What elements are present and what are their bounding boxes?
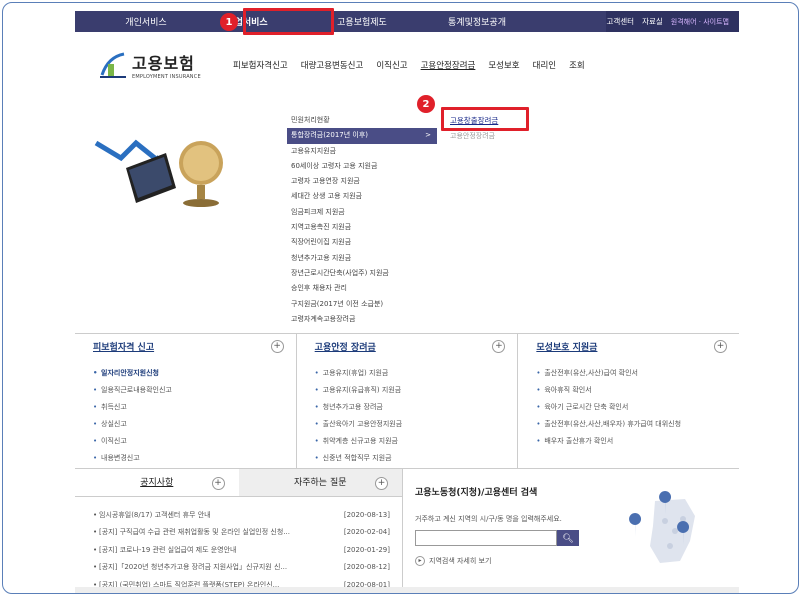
search-icon: 🔍︎ [562, 532, 574, 543]
submenu-item[interactable]: 청년추가고용 지원금 [287, 251, 437, 266]
search-button[interactable]: 🔍︎ [557, 530, 579, 546]
submenu-list: 민원처리현황 통합장려금(2017년 이후) 고용유지지원금 60세이상 고령자… [287, 113, 437, 327]
search-input[interactable] [415, 530, 557, 546]
mainnav-item[interactable]: 모성보호 [488, 59, 519, 71]
topnav-utility: 고객센터 자료실 원격해어 · 사이트맵 [606, 11, 739, 32]
list-item[interactable]: 배우자 출산휴가 확인서 [536, 433, 721, 450]
remote-sitemap-link[interactable]: 원격해어 · 사이트맵 [671, 17, 729, 27]
site-logo[interactable]: 고용보험 EMPLOYMENT INSURANCE [98, 50, 201, 80]
hero-illustration [91, 113, 231, 213]
list-item[interactable]: 출산전후(유산,사산)급여 확인서 [536, 365, 721, 382]
list-item[interactable]: 취득신고 [93, 399, 278, 416]
mainnav-item[interactable]: 이직신고 [376, 59, 407, 71]
panel-stability: 고용안정 장려금 + 고용유지(휴업) 지원금 고용유지(유급휴직) 지원금 청… [297, 334, 519, 468]
list-item[interactable]: 상실신고 [93, 416, 278, 433]
tab-notice-label: 공지사항 [140, 478, 174, 488]
list-item[interactable]: 일용직근로내용확인신고 [93, 382, 278, 399]
topnav-personal[interactable]: 개인서비스 [75, 15, 187, 28]
tab-faq-label: 자주하는 질문 [293, 478, 347, 488]
submenu-item[interactable]: 고용유지지원금 [287, 144, 437, 159]
submenu-item[interactable]: 장년근로시간단축(사업주) 지원금 [287, 266, 437, 281]
plus-icon[interactable]: + [270, 340, 284, 353]
list-item[interactable]: 신중년 적합직무 지원금 [315, 450, 500, 467]
notice-box: 공지사항 + 자주하는 질문 + 임시공휴일(8/17) 고객센터 휴무 안내[… [75, 469, 403, 593]
plus-icon[interactable]: + [714, 340, 728, 353]
korea-map [625, 491, 715, 571]
office-search: 고용노동청(지청)/고용센터 검색 거주하고 계신 지역의 시/구/동 명을 입… [403, 469, 739, 587]
list-item[interactable]: 고용유지(휴업) 지원금 [315, 365, 500, 382]
submenu-item[interactable]: 지역고용촉진 지원금 [287, 220, 437, 235]
submenu-item[interactable]: 임금피크제 지원금 [287, 205, 437, 220]
panel-title[interactable]: 피보험자격 신고 [93, 340, 278, 353]
page-frame: 개인서비스 기업서비스 고용보험제도 통계및정보공개 고객센터 자료실 원격해어… [2, 2, 799, 594]
panel-qualification: 피보험자격 신고 + 일자리안정지원신청 일용직근로내용확인신고 취득신고 상실… [75, 334, 297, 468]
mainnav-item-active[interactable]: 고용안정장려금 [421, 59, 476, 71]
region-search-more-label: 지역검색 자세히 보기 [429, 557, 492, 565]
list-item[interactable]: 출산전후(유산,사산,배우자) 휴가급여 대위신청 [536, 416, 721, 433]
arrow-right-icon: ▸ [415, 556, 425, 566]
submenu-item[interactable]: 직장어린이집 지원금 [287, 235, 437, 250]
submenu2-faint[interactable]: 고용안정장려금 [450, 131, 498, 141]
list-item[interactable]: 출산육아기 고용안정지원금 [315, 416, 500, 433]
submenu-item[interactable]: 구지원금(2017년 이전 소급분) [287, 297, 437, 312]
list-item[interactable]: 내용변경신고 [93, 450, 278, 467]
mainnav-item[interactable]: 조회 [569, 59, 585, 71]
list-item[interactable]: 육아휴직 확인서 [536, 382, 721, 399]
step-badge-1: 1 [220, 13, 238, 31]
panel-title[interactable]: 고용안정 장려금 [315, 340, 500, 353]
logo-en: EMPLOYMENT INSURANCE [132, 74, 201, 80]
list-item[interactable]: 고용유지(유급휴직) 지원금 [315, 382, 500, 399]
submenu-item[interactable]: 고령자 고용연장 지원금 [287, 174, 437, 189]
highlight-box-1 [243, 8, 334, 35]
bottom-section: 공지사항 + 자주하는 질문 + 임시공휴일(8/17) 고객센터 휴무 안내[… [75, 469, 739, 593]
plus-icon[interactable]: + [492, 340, 506, 353]
top-nav-bar: 개인서비스 기업서비스 고용보험제도 통계및정보공개 고객센터 자료실 원격해어… [75, 11, 739, 32]
submenu-item[interactable]: 60세이상 고령자 고용 지원금 [287, 159, 437, 174]
plus-icon[interactable]: + [211, 477, 225, 490]
mainnav-item[interactable]: 대리인 [533, 59, 556, 71]
logo-icon [98, 51, 128, 79]
submenu-item[interactable]: 승인후 채용자 관리 [287, 281, 437, 296]
main-nav: 피보험자격신고 대량고용변동신고 이직신고 고용안정장려금 모성보호 대리인 조… [233, 59, 598, 71]
notice-row[interactable]: 임시공휴일(8/17) 고객센터 휴무 안내[2020-08-13] [93, 507, 390, 524]
list-item[interactable]: 일자리안정지원신청 [93, 365, 278, 382]
submenu-item[interactable]: 세대간 상생 고용 지원금 [287, 189, 437, 204]
plus-icon[interactable]: + [375, 477, 388, 490]
step-badge-2: 2 [417, 95, 435, 113]
mainnav-item[interactable]: 피보험자격신고 [233, 59, 288, 71]
submenu-item[interactable]: 민원처리현황 [287, 113, 437, 128]
panel-title[interactable]: 모성보호 지원금 [536, 340, 721, 353]
notice-row[interactable]: [공지] 구직급여 수급 관련 재취업활동 및 온라인 실업인정 신청...[2… [93, 524, 390, 541]
panel-maternity: 모성보호 지원금 + 출산전후(유산,사산)급여 확인서 육아휴직 확인서 육아… [518, 334, 739, 468]
tab-faq[interactable]: 자주하는 질문 + [238, 469, 402, 496]
mainnav-item[interactable]: 대량고용변동신고 [301, 59, 364, 71]
quick-panels: 피보험자격 신고 + 일자리안정지원신청 일용직근로내용확인신고 취득신고 상실… [75, 333, 739, 469]
notice-row[interactable]: [공지] 코로나-19 관련 실업급여 제도 운영안내[2020-01-29] [93, 542, 390, 559]
footer-strip [75, 587, 739, 593]
list-item[interactable]: 육아기 근로시간 단축 확인서 [536, 399, 721, 416]
list-item[interactable]: 청년추가고용 장려금 [315, 399, 500, 416]
list-item[interactable]: 이직신고 [93, 433, 278, 450]
topnav-stats[interactable]: 통계및정보공개 [417, 15, 537, 28]
logo-name: 고용보험 [132, 54, 195, 73]
submenu-item-selected[interactable]: 통합장려금(2017년 이후) [287, 128, 437, 144]
notice-row[interactable]: [공지]「2020년 청년추가고용 장려금 지원사업」신규지원 신...[202… [93, 559, 390, 576]
customer-center-link[interactable]: 고객센터 [606, 16, 634, 27]
archive-link[interactable]: 자료실 [642, 16, 663, 27]
submenu-item[interactable]: 고령자계속고용장려금 [287, 312, 437, 327]
list-item[interactable]: 취약계층 신규고용 지원금 [315, 433, 500, 450]
tab-notice[interactable]: 공지사항 + [75, 469, 239, 496]
highlight-box-2 [441, 107, 529, 131]
